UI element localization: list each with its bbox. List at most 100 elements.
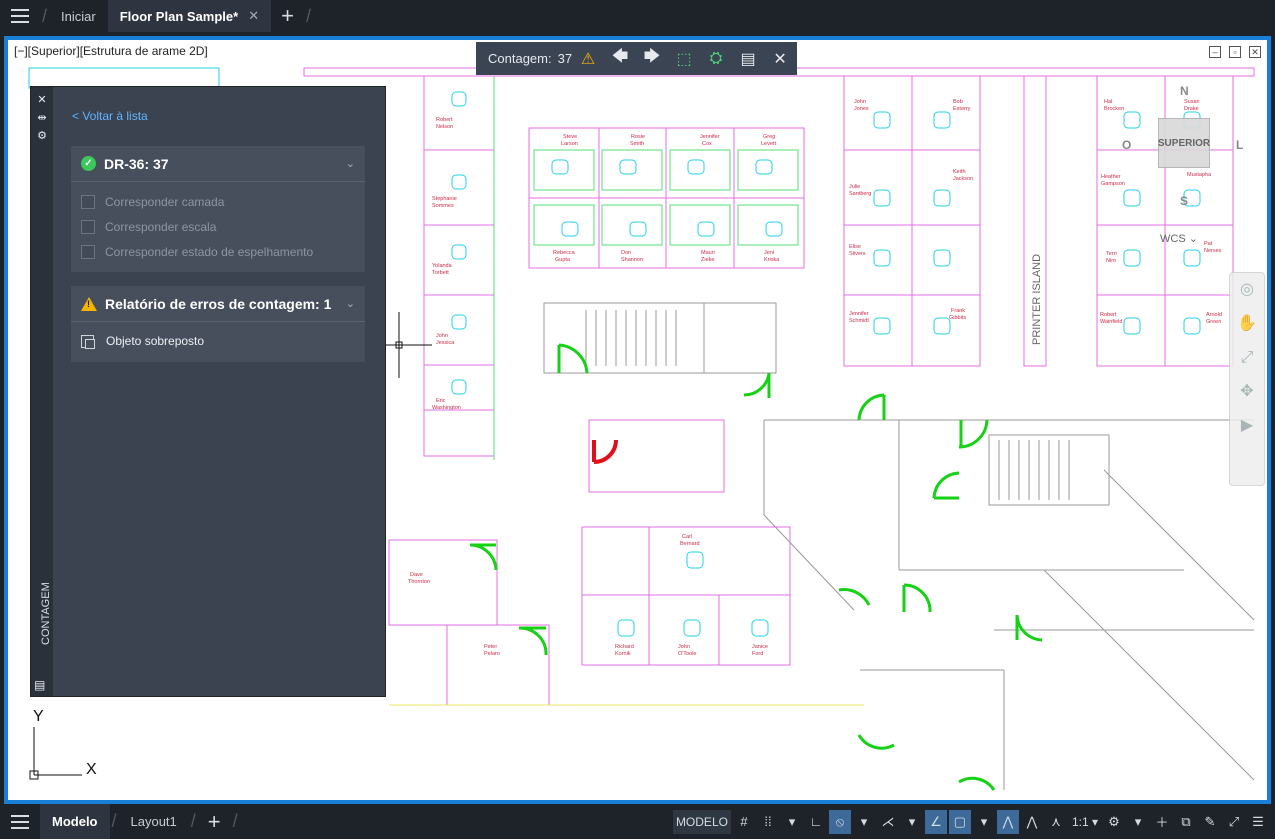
- option-match-layer[interactable]: Corresponder camada: [71, 189, 365, 214]
- steering-wheel-icon[interactable]: ◎: [1230, 273, 1264, 307]
- error-item-overlap[interactable]: Objeto sobreposto: [71, 322, 365, 360]
- units-icon[interactable]: ⧉: [1175, 810, 1197, 834]
- close-tab-icon[interactable]: ✕: [248, 8, 259, 24]
- wcs-menu[interactable]: WCS ⌄: [1160, 232, 1198, 245]
- count-object-icon[interactable]: ⛭: [700, 42, 732, 75]
- workspace-gear-icon[interactable]: ⚙: [1103, 810, 1125, 834]
- door-block: [958, 776, 996, 791]
- option-match-scale[interactable]: Corresponder escala: [71, 214, 365, 239]
- option-match-mirror[interactable]: Corresponder estado de espelhamento: [71, 239, 365, 264]
- svg-text:Shannon: Shannon: [621, 257, 643, 263]
- block-count-header[interactable]: ✓ DR-36: 37 ⌄: [71, 146, 365, 182]
- close-icon[interactable]: ✕: [764, 42, 796, 75]
- restore-icon[interactable]: ▫: [1229, 46, 1241, 58]
- tab-floor-plan-label: Floor Plan Sample*: [119, 8, 239, 24]
- object-snap-icon[interactable]: ▢: [948, 809, 971, 834]
- annotation-visibility-icon[interactable]: ⋀: [996, 809, 1019, 834]
- tab-separator: /: [111, 811, 117, 831]
- model-space-label: MODELO: [675, 814, 728, 829]
- customize-menu-icon[interactable]: ☰: [1247, 810, 1269, 834]
- table-icon[interactable]: ▤: [732, 42, 764, 75]
- new-layout-button[interactable]: +: [198, 809, 231, 835]
- snap-icon[interactable]: ⁞⁞: [757, 810, 779, 834]
- close-viewport-icon[interactable]: ✕: [1249, 46, 1261, 58]
- chevron-down-icon[interactable]: ▾: [781, 810, 803, 834]
- svg-text:Thornton: Thornton: [408, 579, 430, 585]
- quick-properties-icon[interactable]: ✎: [1199, 810, 1221, 834]
- palette-close-icon[interactable]: ✕: [31, 91, 53, 109]
- annotation-monitor-icon[interactable]: ＋: [1151, 810, 1173, 834]
- grid-icon[interactable]: #: [733, 810, 755, 834]
- polar-tracking-icon[interactable]: ⦸: [828, 809, 851, 834]
- zoom-extents-icon[interactable]: ⤢: [1230, 341, 1264, 375]
- svg-text:Schmidt: Schmidt: [849, 318, 869, 324]
- palette-autohide-icon[interactable]: ⇹: [31, 109, 53, 127]
- checkbox[interactable]: [81, 219, 95, 234]
- new-tab-button[interactable]: +: [271, 3, 304, 29]
- svg-text:Julie: Julie: [849, 184, 860, 190]
- autoscale-icon[interactable]: ⋀: [1021, 810, 1043, 834]
- chevron-down-icon[interactable]: ⌄: [346, 297, 355, 310]
- tab-floor-plan[interactable]: Floor Plan Sample* ✕: [107, 0, 272, 32]
- svg-text:Jennifer: Jennifer: [849, 311, 869, 317]
- chevron-down-icon[interactable]: ▾: [1127, 810, 1149, 834]
- arrow-left-icon[interactable]: 🡄: [604, 42, 636, 75]
- minimize-icon[interactable]: –: [1209, 46, 1221, 58]
- view-cube[interactable]: SUPERIOR: [1158, 118, 1210, 168]
- svg-text:Hal: Hal: [1104, 99, 1112, 105]
- object-snap-tracking-icon[interactable]: ∠: [924, 809, 947, 834]
- door-block: [932, 471, 960, 499]
- fullscreen-icon[interactable]: ⤢: [1223, 810, 1245, 834]
- tab-model[interactable]: Modelo: [40, 804, 110, 839]
- overlap-object-icon: [81, 334, 95, 349]
- chevron-down-icon[interactable]: ▾: [973, 810, 995, 834]
- chevron-down-icon[interactable]: ⌄: [346, 157, 355, 170]
- svg-text:Yolanda: Yolanda: [432, 263, 453, 269]
- compass-south-label[interactable]: S: [1180, 194, 1188, 208]
- pan-icon[interactable]: ✋: [1230, 307, 1264, 341]
- svg-text:Bob: Bob: [953, 99, 963, 105]
- door-block: [958, 419, 989, 449]
- chevron-down-icon[interactable]: ▾: [853, 810, 875, 834]
- ortho-icon[interactable]: ∟: [805, 810, 827, 834]
- layout-menu-button[interactable]: [0, 806, 40, 838]
- viewport-controls-label[interactable]: [−][Superior][Estrutura de arame 2D]: [14, 44, 208, 58]
- app-menu-button[interactable]: [0, 0, 40, 32]
- svg-text:Pat: Pat: [1204, 241, 1213, 247]
- isodraft-icon[interactable]: ⋌: [877, 810, 899, 834]
- svg-text:Dave: Dave: [410, 572, 423, 578]
- svg-text:Rebecca: Rebecca: [553, 250, 576, 256]
- tab-layout1[interactable]: Layout1: [119, 804, 189, 839]
- tab-separator: /: [190, 811, 196, 831]
- orbit-icon[interactable]: ✥: [1230, 375, 1264, 409]
- svg-text:Elise: Elise: [849, 244, 861, 250]
- compass-north-label[interactable]: N: [1180, 84, 1189, 98]
- door-block-overlap: [593, 439, 618, 464]
- zoom-extents-icon[interactable]: ⬚: [668, 42, 700, 75]
- compass-west-label[interactable]: O: [1122, 138, 1131, 152]
- svg-text:Green: Green: [1206, 319, 1221, 325]
- chevron-down-icon[interactable]: ▾: [901, 810, 923, 834]
- checkbox[interactable]: [81, 244, 95, 259]
- arrow-right-icon[interactable]: 🡆: [636, 42, 668, 75]
- palette-settings-icon[interactable]: ⚙: [31, 127, 53, 145]
- svg-text:Zieke: Zieke: [701, 257, 714, 263]
- compass-east-label[interactable]: L: [1236, 138, 1243, 152]
- tab-model-label: Modelo: [52, 814, 98, 829]
- showmotion-icon[interactable]: ▶: [1230, 409, 1264, 443]
- checkbox[interactable]: [81, 194, 95, 209]
- warning-icon[interactable]: ⚠: [572, 42, 604, 75]
- model-space-button[interactable]: MODELO: [672, 809, 731, 834]
- svg-text:Jessica: Jessica: [436, 340, 455, 346]
- tab-start[interactable]: Iniciar: [49, 0, 108, 32]
- svg-text:Wainfield: Wainfield: [1100, 319, 1122, 325]
- svg-text:Richard: Richard: [615, 644, 634, 650]
- annotation-scale-icon[interactable]: ⋏: [1045, 810, 1067, 834]
- ucs-x-label: X: [86, 761, 97, 778]
- svg-text:Peter: Peter: [484, 644, 497, 650]
- svg-text:Bernard: Bernard: [680, 541, 700, 547]
- error-report-header[interactable]: ! Relatório de erros de contagem: 1 ⌄: [71, 286, 365, 322]
- svg-text:Esterry: Esterry: [953, 106, 971, 112]
- annotation-scale-menu[interactable]: 1:1 ▾: [1069, 810, 1101, 834]
- back-to-list-link[interactable]: < Voltar à lista: [72, 109, 148, 123]
